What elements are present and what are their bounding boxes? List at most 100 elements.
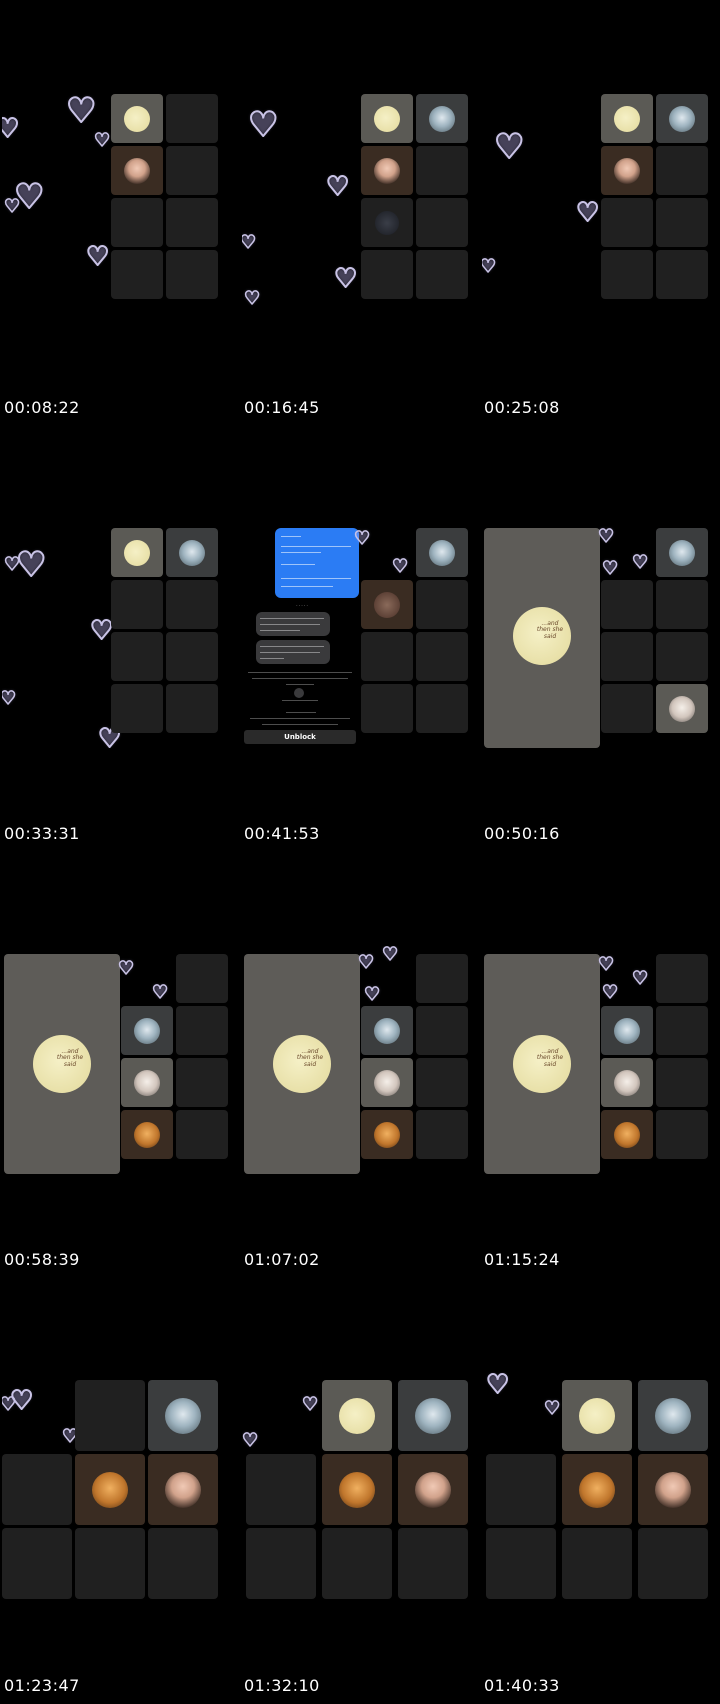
tile[interactable] <box>601 250 653 299</box>
tile[interactable] <box>2 1528 72 1599</box>
tile[interactable] <box>121 1006 173 1055</box>
tile[interactable] <box>166 250 218 299</box>
tile[interactable] <box>361 632 413 681</box>
tile[interactable] <box>416 684 468 733</box>
tile[interactable] <box>361 146 413 195</box>
tile[interactable] <box>166 146 218 195</box>
tile[interactable] <box>361 684 413 733</box>
tile[interactable] <box>601 1110 653 1159</box>
tile[interactable] <box>656 146 708 195</box>
tile[interactable] <box>322 1454 392 1525</box>
tile[interactable] <box>176 1110 228 1159</box>
tile[interactable] <box>656 684 708 733</box>
tile[interactable] <box>361 580 413 629</box>
tile[interactable] <box>111 632 163 681</box>
moon-avatar-icon <box>339 1397 375 1434</box>
tile[interactable] <box>638 1380 708 1451</box>
tile[interactable] <box>166 528 218 577</box>
tile[interactable] <box>416 250 468 299</box>
tile[interactable] <box>111 580 163 629</box>
unblock-button[interactable]: Unblock <box>244 730 356 744</box>
tile[interactable] <box>322 1528 392 1599</box>
tile[interactable] <box>148 1528 218 1599</box>
tile[interactable] <box>361 250 413 299</box>
moon-avatar-icon <box>579 1397 615 1434</box>
tile[interactable] <box>166 198 218 247</box>
tile[interactable] <box>656 1006 708 1055</box>
tile[interactable] <box>416 146 468 195</box>
tile[interactable] <box>176 1058 228 1107</box>
tile[interactable] <box>111 94 163 143</box>
tile[interactable] <box>656 1110 708 1159</box>
tile[interactable] <box>398 1528 468 1599</box>
tile[interactable] <box>656 1058 708 1107</box>
tile[interactable] <box>166 632 218 681</box>
tile[interactable] <box>176 954 228 1003</box>
tile[interactable] <box>416 198 468 247</box>
tile[interactable] <box>398 1454 468 1525</box>
tile[interactable] <box>75 1454 145 1525</box>
tile[interactable] <box>111 684 163 733</box>
tile[interactable] <box>361 1058 413 1107</box>
tile[interactable] <box>361 94 413 143</box>
tile[interactable] <box>601 632 653 681</box>
moon-post[interactable]: ...and then she said <box>484 954 600 1174</box>
tile[interactable] <box>416 1110 468 1159</box>
tile[interactable] <box>656 528 708 577</box>
tile[interactable] <box>638 1528 708 1599</box>
tile[interactable] <box>416 580 468 629</box>
tile[interactable] <box>562 1528 632 1599</box>
tile[interactable] <box>121 1110 173 1159</box>
tile[interactable] <box>416 632 468 681</box>
tile[interactable] <box>656 954 708 1003</box>
tile[interactable] <box>486 1454 556 1525</box>
tile[interactable] <box>121 1058 173 1107</box>
tile[interactable] <box>111 250 163 299</box>
tile[interactable] <box>246 1454 316 1525</box>
tile[interactable] <box>2 1454 72 1525</box>
down-arrow-icon[interactable] <box>294 688 304 698</box>
tile[interactable] <box>166 684 218 733</box>
tile[interactable] <box>416 954 468 1003</box>
tile[interactable] <box>416 528 468 577</box>
tile[interactable] <box>361 528 413 577</box>
tile[interactable] <box>361 198 413 247</box>
tile[interactable] <box>416 94 468 143</box>
tile[interactable] <box>111 528 163 577</box>
tile[interactable] <box>656 198 708 247</box>
moon-post[interactable]: ...and then she said <box>4 954 120 1174</box>
tile[interactable] <box>601 198 653 247</box>
tile[interactable] <box>601 1006 653 1055</box>
tile[interactable] <box>656 632 708 681</box>
tile[interactable] <box>656 250 708 299</box>
tile[interactable] <box>656 94 708 143</box>
tile[interactable] <box>601 146 653 195</box>
tile[interactable] <box>361 1006 413 1055</box>
moon-post[interactable]: ...and then she said <box>484 528 600 748</box>
tile[interactable] <box>562 1454 632 1525</box>
tile[interactable] <box>176 1006 228 1055</box>
tile[interactable] <box>398 1380 468 1451</box>
tile[interactable] <box>601 1058 653 1107</box>
tile[interactable] <box>322 1380 392 1451</box>
moon-post[interactable]: ...and then she said <box>244 954 360 1174</box>
tile[interactable] <box>486 1528 556 1599</box>
tile[interactable] <box>601 580 653 629</box>
tile[interactable] <box>638 1454 708 1525</box>
tile[interactable] <box>656 580 708 629</box>
tile[interactable] <box>416 1058 468 1107</box>
tile[interactable] <box>601 684 653 733</box>
tile[interactable] <box>246 1528 316 1599</box>
tile[interactable] <box>416 1006 468 1055</box>
tile[interactable] <box>75 1528 145 1599</box>
tile[interactable] <box>601 94 653 143</box>
tile[interactable] <box>148 1380 218 1451</box>
tile[interactable] <box>148 1454 218 1525</box>
tile[interactable] <box>562 1380 632 1451</box>
tile[interactable] <box>166 94 218 143</box>
tile[interactable] <box>111 198 163 247</box>
tile[interactable] <box>166 580 218 629</box>
tile[interactable] <box>361 1110 413 1159</box>
tile[interactable] <box>75 1380 145 1451</box>
tile[interactable] <box>111 146 163 195</box>
